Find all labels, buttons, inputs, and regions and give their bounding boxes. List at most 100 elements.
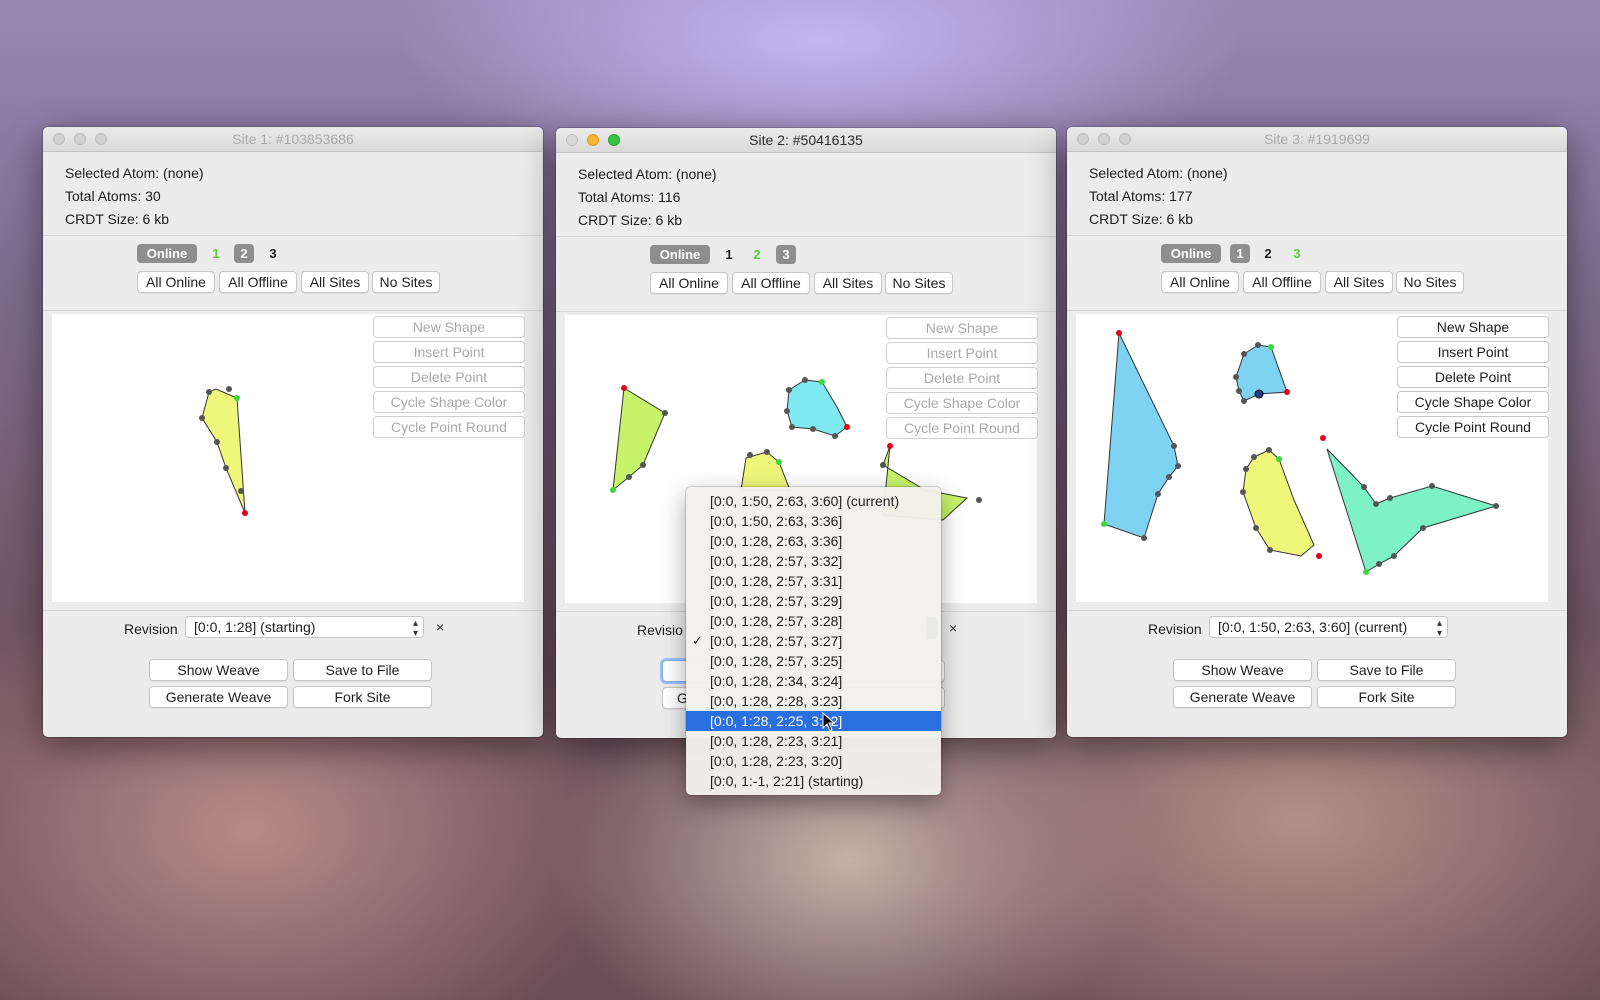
shape-point[interactable] [1101, 521, 1107, 527]
site-3-window[interactable]: Site 3: #1919699 Selected Atom: (none) T… [1067, 127, 1567, 737]
shape-point[interactable] [802, 377, 808, 383]
shape-point[interactable] [1236, 388, 1242, 394]
shape-point[interactable] [1429, 483, 1435, 489]
shape-point[interactable] [747, 452, 753, 458]
title-bar[interactable]: Site 1: #103853686 [43, 127, 543, 152]
save-to-file-button[interactable]: Save to File [293, 659, 432, 681]
shape-point[interactable] [1116, 330, 1122, 336]
all-offline-button[interactable]: All Offline [1243, 271, 1321, 293]
revision-menu-item[interactable]: [0:0, 1:28, 2:57, 3:31] [686, 571, 941, 591]
revision-select[interactable]: [0:0, 1:28] (starting) ▴ ▾ [185, 616, 424, 639]
fork-site-button[interactable]: Fork Site [1317, 686, 1456, 708]
shape-point[interactable] [784, 408, 790, 414]
shape-point[interactable] [1233, 374, 1239, 380]
shape-point[interactable] [214, 439, 220, 445]
shape-point[interactable] [640, 462, 646, 468]
shape-point[interactable] [832, 433, 838, 439]
cycle-point-round-button[interactable]: Cycle Point Round [1397, 416, 1549, 438]
shape-point[interactable] [1253, 525, 1259, 531]
generate-weave-button[interactable]: Generate Weave [1173, 686, 1312, 708]
online-toggle[interactable]: Online [1161, 244, 1221, 263]
teal-shape[interactable] [1326, 448, 1498, 573]
revision-menu-item-highlighted[interactable]: [0:0, 1:28, 2:25, 3:22] [686, 711, 941, 731]
revision-menu-item[interactable]: [0:0, 1:28, 2:34, 3:24] [686, 671, 941, 691]
drawing-canvas[interactable]: New Shape Insert Point Delete Point Cycl… [1076, 314, 1549, 602]
shape-point[interactable] [1175, 463, 1181, 469]
shape-point[interactable] [976, 497, 982, 503]
revision-menu-item[interactable]: [0:0, 1:50, 2:63, 3:36] [686, 511, 941, 531]
cycle-shape-color-button[interactable]: Cycle Shape Color [373, 391, 525, 413]
delete-point-button[interactable]: Delete Point [373, 366, 525, 388]
all-sites-button[interactable]: All Sites [1325, 271, 1393, 293]
shape-point[interactable] [1240, 489, 1246, 495]
shape-point[interactable] [1387, 495, 1393, 501]
shape-point[interactable] [621, 385, 627, 391]
all-sites-button[interactable]: All Sites [301, 271, 369, 293]
no-sites-button[interactable]: No Sites [1396, 271, 1464, 293]
shape-point[interactable] [1266, 447, 1272, 453]
no-sites-button[interactable]: No Sites [885, 272, 953, 294]
site-chip-2[interactable]: 2 [747, 245, 767, 264]
revision-menu-item[interactable]: [0:0, 1:28, 2:23, 3:21] [686, 731, 941, 751]
online-toggle[interactable]: Online [650, 245, 710, 264]
shape-point[interactable] [1267, 547, 1273, 553]
site-chip-3[interactable]: 3 [776, 245, 796, 264]
revision-menu-item-checked[interactable]: ✓ [0:0, 1:28, 2:57, 3:27] [686, 631, 941, 651]
cycle-shape-color-button[interactable]: Cycle Shape Color [886, 392, 1038, 414]
revision-dropdown-menu[interactable]: [0:0, 1:50, 2:63, 3:60] (current) [0:0, … [686, 487, 941, 795]
shape-point[interactable] [1141, 535, 1147, 541]
shape-point[interactable] [234, 395, 240, 401]
site-chip-3[interactable]: 3 [263, 244, 283, 263]
revision-menu-item[interactable]: [0:0, 1:28, 2:57, 3:25] [686, 651, 941, 671]
shape-point[interactable] [626, 474, 632, 480]
shape-point[interactable] [1420, 525, 1426, 531]
shape-point[interactable] [1241, 351, 1247, 357]
shape-point[interactable] [1320, 435, 1326, 441]
new-shape-button[interactable]: New Shape [373, 316, 525, 338]
shape-point[interactable] [786, 387, 792, 393]
shape-point[interactable] [223, 465, 229, 471]
yellow-shape[interactable] [740, 451, 791, 491]
new-shape-button[interactable]: New Shape [1397, 316, 1549, 338]
shape-point[interactable] [1268, 344, 1274, 350]
delete-point-button[interactable]: Delete Point [886, 367, 1038, 389]
all-online-button[interactable]: All Online [650, 272, 728, 294]
cycle-point-round-button[interactable]: Cycle Point Round [886, 417, 1038, 439]
shape-point[interactable] [1171, 443, 1177, 449]
shape-point[interactable] [238, 488, 244, 494]
shape-point[interactable] [776, 459, 782, 465]
selected-shape-point[interactable] [1254, 389, 1264, 399]
shape-point[interactable] [880, 462, 886, 468]
shape-point[interactable] [1316, 553, 1322, 559]
shape-point[interactable] [242, 510, 248, 516]
shape-point[interactable] [1166, 474, 1172, 480]
insert-point-button[interactable]: Insert Point [886, 342, 1038, 364]
title-bar[interactable]: Site 3: #1919699 [1067, 127, 1567, 152]
insert-point-button[interactable]: Insert Point [373, 341, 525, 363]
cyan-shape[interactable] [786, 379, 848, 437]
all-online-button[interactable]: All Online [137, 271, 215, 293]
shape-point[interactable] [1284, 389, 1290, 395]
revision-menu-item[interactable]: [0:0, 1:28, 2:57, 3:29] [686, 591, 941, 611]
drawing-canvas[interactable]: New Shape Insert Point Delete Point Cycl… [52, 314, 525, 602]
revision-menu-item[interactable]: [0:0, 1:28, 2:23, 3:20] [686, 751, 941, 771]
shape-point[interactable] [810, 426, 816, 432]
revision-clear-button[interactable]: × [949, 620, 957, 636]
shape-point[interactable] [610, 487, 616, 493]
site-chip-2[interactable]: 2 [1258, 244, 1278, 263]
shape-point[interactable] [1255, 342, 1261, 348]
shape-point[interactable] [1493, 503, 1499, 509]
shape-point[interactable] [1376, 561, 1382, 567]
all-offline-button[interactable]: All Offline [732, 272, 810, 294]
shape-point[interactable] [1361, 484, 1367, 490]
shape-point[interactable] [764, 449, 770, 455]
fork-site-button[interactable]: Fork Site [293, 686, 432, 708]
shape-point[interactable] [199, 415, 205, 421]
all-sites-button[interactable]: All Sites [814, 272, 882, 294]
shape-point[interactable] [1155, 491, 1161, 497]
site-1-window[interactable]: Site 1: #103853686 Selected Atom: (none)… [43, 127, 543, 737]
yellow-shape[interactable] [201, 388, 246, 514]
shape-point[interactable] [887, 443, 893, 449]
revision-menu-item[interactable]: [0:0, 1:28, 2:57, 3:28] [686, 611, 941, 631]
site-chip-3[interactable]: 3 [1287, 244, 1307, 263]
